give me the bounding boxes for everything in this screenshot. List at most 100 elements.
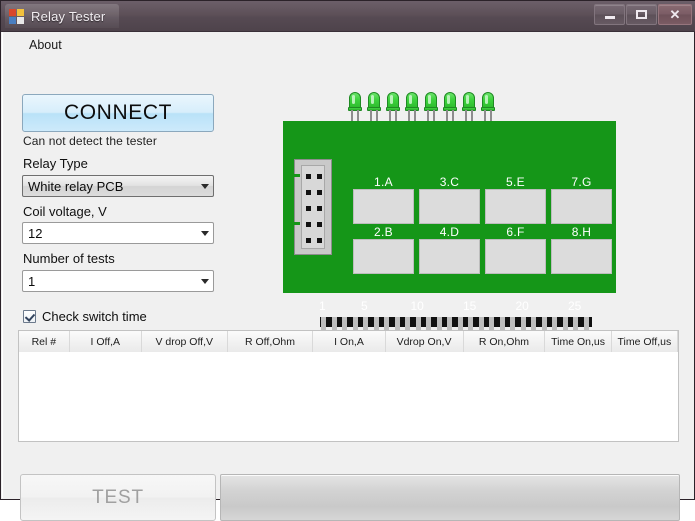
- connector-pin: [317, 190, 322, 195]
- idc-connector-body: [301, 165, 325, 249]
- relay-pad-label: 6.F: [506, 225, 525, 239]
- led-indicator: [481, 89, 495, 123]
- led-indicator: [443, 89, 457, 123]
- relay-pad-label: 5.E: [506, 175, 525, 189]
- relay-pad-label: 3.C: [439, 175, 460, 189]
- connector-pin: [306, 206, 311, 211]
- pcb-board: 1.A 3.C 5.E 7.G 2.B 4.D 6.F 8.H 1 5 10 15 20 25: [283, 121, 616, 357]
- relay-pad: 5.E: [485, 175, 546, 224]
- results-table-column-header[interactable]: Vdrop On,V: [386, 331, 464, 352]
- relay-type-label: Relay Type: [23, 156, 88, 171]
- idc-connector: [294, 159, 332, 255]
- menu-item-about[interactable]: About: [25, 36, 66, 54]
- test-button[interactable]: TEST: [20, 474, 216, 521]
- relay-pad: 8.H: [551, 225, 612, 274]
- pin-header-scale-label: 25: [568, 299, 582, 313]
- maximize-button[interactable]: [626, 4, 657, 25]
- results-table[interactable]: Rel # I Off,A V drop Off,V R Off,Ohm I On,A V…: [18, 330, 679, 442]
- connector-pin: [306, 174, 311, 179]
- pin-header-scale-label: 1: [319, 299, 326, 313]
- number-of-tests-value: 1: [28, 273, 36, 289]
- relay-pad-label: 4.D: [439, 225, 460, 239]
- chevron-down-icon: [196, 271, 213, 291]
- relay-pad-label: 7.G: [571, 175, 592, 189]
- led-indicator: [424, 89, 438, 123]
- coil-voltage-label: Coil voltage, V: [23, 204, 107, 219]
- connector-pin: [317, 174, 322, 179]
- connector-notch-icon: [294, 222, 300, 225]
- app-window: Relay Tester ✕ About CONNECT Can not det…: [0, 0, 695, 521]
- connector-pin: [306, 190, 311, 195]
- close-icon: ✕: [669, 7, 681, 22]
- menu-bar: About: [3, 32, 694, 55]
- pin-header-scale-label: 10: [410, 299, 424, 313]
- relay-pad-socket: [419, 189, 480, 224]
- relay-pad-socket: [551, 239, 612, 274]
- progress-bar: [220, 474, 680, 521]
- relay-pad-socket: [485, 189, 546, 224]
- relay-pad: 4.D: [419, 225, 480, 274]
- minimize-icon: [604, 15, 615, 19]
- window-title: Relay Tester: [31, 8, 106, 24]
- results-table-column-header[interactable]: R Off,Ohm: [228, 331, 314, 352]
- relay-pad-socket: [485, 239, 546, 274]
- close-button[interactable]: ✕: [658, 4, 692, 25]
- connector-notch-icon: [294, 174, 300, 177]
- connector-pin: [317, 206, 322, 211]
- led-indicator: [367, 89, 381, 123]
- connector-pin: [306, 222, 311, 227]
- pcb-diagram: 1.A 3.C 5.E 7.G 2.B 4.D 6.F 8.H 1 5 10 15 20 25: [278, 89, 623, 357]
- results-table-column-header[interactable]: Time Off,us: [612, 331, 679, 352]
- relay-pad-socket: [419, 239, 480, 274]
- results-table-column-header[interactable]: R On,Ohm: [464, 331, 546, 352]
- pin-header-scale-label: 20: [515, 299, 529, 313]
- relay-pad-socket: [353, 239, 414, 274]
- relay-pad: 3.C: [419, 175, 480, 224]
- maximize-icon: [636, 10, 647, 19]
- results-table-body[interactable]: [19, 352, 678, 441]
- led-indicator: [348, 89, 362, 123]
- connect-button[interactable]: CONNECT: [22, 94, 214, 132]
- results-table-column-header[interactable]: I On,A: [313, 331, 386, 352]
- chevron-down-icon: [196, 223, 213, 243]
- results-table-column-header[interactable]: Time On,us: [545, 331, 612, 352]
- app-window-icon: [9, 8, 24, 24]
- results-table-column-header[interactable]: I Off,A: [70, 331, 142, 352]
- relay-pad-label: 8.H: [571, 225, 592, 239]
- window-buttons: ✕: [594, 4, 692, 25]
- coil-voltage-value: 12: [28, 225, 43, 241]
- connector-pin: [317, 222, 322, 227]
- coil-voltage-select[interactable]: 12: [22, 222, 214, 244]
- chevron-down-icon: [196, 176, 213, 196]
- relay-type-select[interactable]: White relay PCB: [22, 175, 214, 197]
- relay-pad-label: 1.A: [374, 175, 393, 189]
- connector-pin: [306, 238, 311, 243]
- led-indicator-row: [278, 89, 623, 123]
- title-bar: Relay Tester ✕: [1, 1, 695, 32]
- connector-pin: [317, 238, 322, 243]
- check-switch-time-checkbox[interactable]: Check switch time: [23, 309, 147, 324]
- relay-pad-label: 2.B: [374, 225, 393, 239]
- pin-header-scale-label: 15: [463, 299, 477, 313]
- relay-pad: 7.G: [551, 175, 612, 224]
- relay-pad-socket: [353, 189, 414, 224]
- check-switch-time-label: Check switch time: [42, 309, 147, 324]
- relay-pad-socket: [551, 189, 612, 224]
- pin-header-scale-label: 5: [361, 299, 368, 313]
- results-table-header: Rel # I Off,A V drop Off,V R Off,Ohm I On,A V…: [19, 331, 679, 353]
- results-table-column-header[interactable]: V drop Off,V: [142, 331, 228, 352]
- number-of-tests-select[interactable]: 1: [22, 270, 214, 292]
- number-of-tests-label: Number of tests: [23, 251, 115, 266]
- relay-pad: 2.B: [353, 225, 414, 274]
- led-indicator: [462, 89, 476, 123]
- relay-pad: 1.A: [353, 175, 414, 224]
- relay-pad: 6.F: [485, 225, 546, 274]
- minimize-button[interactable]: [594, 4, 625, 25]
- led-indicator: [405, 89, 419, 123]
- client-area: About CONNECT Can not detect the tester …: [2, 32, 694, 521]
- results-table-column-header[interactable]: Rel #: [19, 331, 70, 352]
- checkbox-checked-icon: [23, 310, 36, 323]
- connection-status-text: Can not detect the tester: [23, 134, 157, 148]
- led-indicator: [386, 89, 400, 123]
- pin-header-scale: 1 5 10 15 20 25: [313, 299, 613, 313]
